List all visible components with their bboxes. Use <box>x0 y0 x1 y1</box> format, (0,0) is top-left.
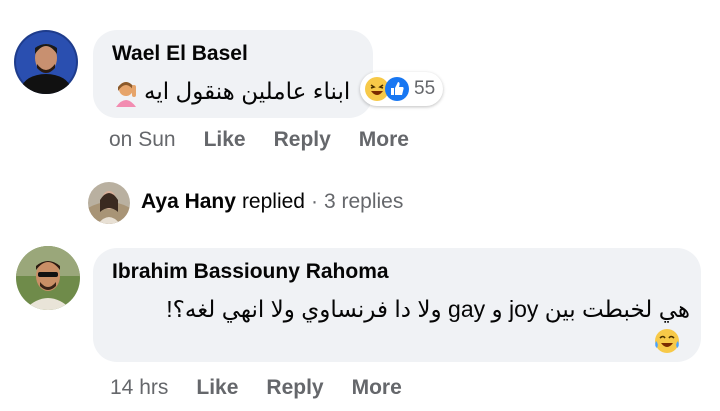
comment-actions-1: on Sun Like Reply More <box>109 128 409 152</box>
like-button-2[interactable]: Like <box>196 376 238 400</box>
crying-laughing-emoji <box>653 327 681 355</box>
reply-button-1[interactable]: Reply <box>274 128 331 152</box>
avatar-wael[interactable] <box>14 30 78 94</box>
comment-text-1: ابناء عاملين هنقول ايه <box>144 78 351 104</box>
more-button-1[interactable]: More <box>359 128 409 152</box>
replied-verb: replied <box>241 190 305 213</box>
like-icon <box>385 77 409 101</box>
comment-text-2: هي لخبطت بين joy و gay ولا دا فرنساوي ول… <box>166 296 690 322</box>
more-button-2[interactable]: More <box>352 376 402 400</box>
replies-link[interactable]: Aya Hany replied · 3 replies <box>141 190 403 214</box>
replier-name[interactable]: Aya Hany <box>141 190 236 214</box>
avatar-ibrahim[interactable] <box>16 246 80 310</box>
comment-author-1[interactable]: Wael El Basel <box>112 42 248 66</box>
avatar-aya[interactable] <box>88 182 130 224</box>
reply-button-2[interactable]: Reply <box>266 376 323 400</box>
reactions-badge-1[interactable]: 55 <box>360 72 444 106</box>
comment-actions-2: 14 hrs Like Reply More <box>110 376 402 400</box>
comment-timestamp-1[interactable]: on Sun <box>109 128 176 152</box>
replies-count[interactable]: 3 replies <box>324 190 403 214</box>
comment-author-2[interactable]: Ibrahim Bassiouny Rahoma <box>112 260 389 284</box>
separator-dot: · <box>310 190 318 213</box>
comment-timestamp-2[interactable]: 14 hrs <box>110 376 168 400</box>
person-raising-hand-emoji <box>112 79 140 107</box>
reaction-count-1: 55 <box>414 78 436 99</box>
like-button-1[interactable]: Like <box>204 128 246 152</box>
